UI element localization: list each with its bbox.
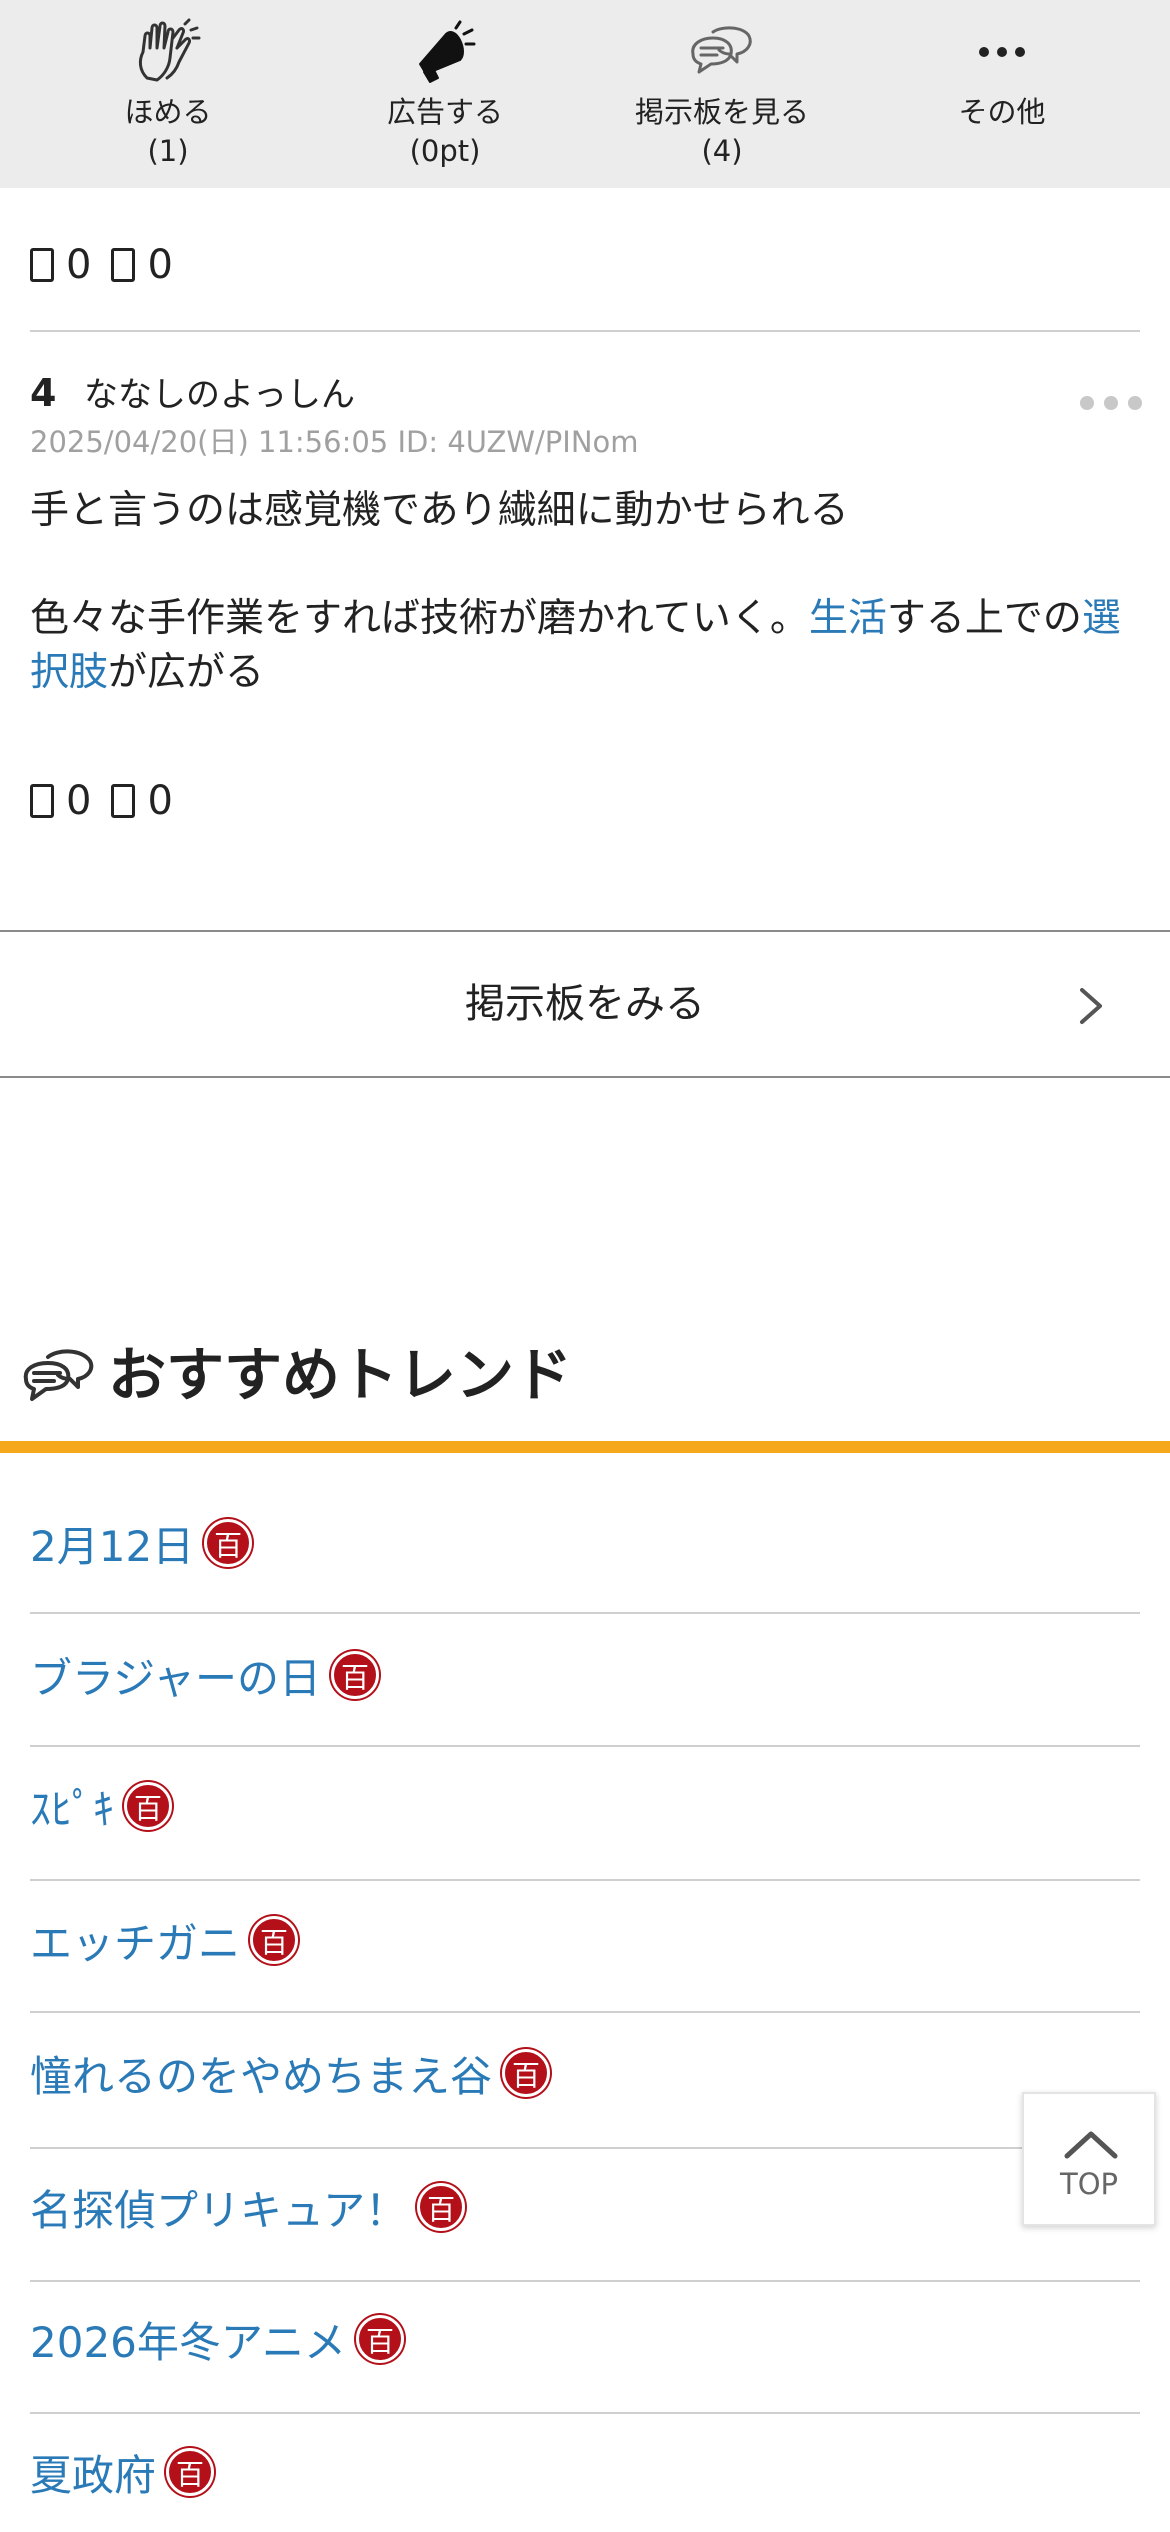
praise-count: (1) xyxy=(147,134,189,168)
trend-label: 2026年冬アニメ xyxy=(30,2318,347,2367)
trend-divider xyxy=(30,2011,1140,2013)
trend-divider xyxy=(30,1879,1140,1881)
thumbs-up-icon[interactable] xyxy=(30,248,54,282)
post-divider xyxy=(30,330,1140,332)
post-text: する上での xyxy=(886,596,1082,641)
clapping-hands-icon xyxy=(138,18,201,82)
trend-label: 夏政府 xyxy=(30,2451,157,2500)
keyword-link-seikatsu[interactable]: 生活 xyxy=(809,596,887,641)
trend-label: 2月12日 xyxy=(30,1522,195,1571)
post-meta: 2025/04/20(日) 11:56:05 ID: 4UZW/PINom xyxy=(30,425,639,459)
other-label: その他 xyxy=(958,95,1046,129)
dic-badge-icon: 百 xyxy=(417,2183,466,2231)
trend-label: 憧れるのをやめちまえ谷 xyxy=(30,2052,493,2101)
view-board-label: 掲示板を見る xyxy=(634,95,809,129)
speech-bubbles-icon xyxy=(691,26,752,74)
post-more-button[interactable] xyxy=(1076,382,1146,422)
dic-badge-icon: 百 xyxy=(166,2448,215,2496)
post-more-dot xyxy=(1128,396,1142,410)
prev-post-reactions: 00 xyxy=(30,240,193,290)
trend-divider xyxy=(30,2412,1140,2414)
post-more-dot xyxy=(1104,396,1118,410)
trends-accent-bar xyxy=(0,1441,1170,1453)
post-author: ななしのよっしん xyxy=(84,375,355,415)
trend-label: ｽﾋﾟｷ xyxy=(30,1785,115,1834)
dic-badge-icon: 百 xyxy=(356,2315,405,2363)
trend-item[interactable]: 2月12日百 xyxy=(30,1507,253,1587)
trend-divider xyxy=(30,2147,1140,2149)
other-menu-button[interactable]: その他 xyxy=(872,0,1132,188)
post-reactions: 00 xyxy=(30,776,193,826)
thumbs-up-icon[interactable] xyxy=(30,784,54,818)
trend-label: ブラジャーの日 xyxy=(30,1654,322,1703)
trend-divider xyxy=(30,2280,1140,2282)
trend-item[interactable]: ブラジャーの日百 xyxy=(30,1639,380,1719)
trend-item[interactable]: エッチガニ百 xyxy=(30,1904,299,1984)
chevron-up-icon xyxy=(1064,2131,1118,2159)
view-board-link-label: 掲示板をみる xyxy=(465,981,705,1027)
view-board-button[interactable]: 掲示板を見る (4) xyxy=(592,0,852,188)
speech-bubbles-icon xyxy=(23,1349,94,1401)
post-number[interactable]: 4 xyxy=(30,370,56,416)
praise-button[interactable]: ほめる (1) xyxy=(38,0,298,188)
dic-badge-icon: 百 xyxy=(124,1782,173,1830)
post-text: が広がる xyxy=(108,650,265,695)
megaphone-icon xyxy=(419,20,476,83)
advertise-label: 広告する xyxy=(386,95,503,129)
action-toolbar: ほめる (1) 広告する (0pt) 掲示板を見る (4) その他 xyxy=(0,0,1170,188)
trend-label: エッチガニ xyxy=(30,1919,241,1968)
thumbs-down-icon[interactable] xyxy=(111,784,136,818)
trend-item[interactable]: 憧れるのをやめちまえ谷百 xyxy=(30,2037,551,2117)
trend-item[interactable]: 2026年冬アニメ百 xyxy=(30,2303,405,2383)
dic-badge-icon: 百 xyxy=(204,1519,253,1567)
chevron-right-icon xyxy=(1080,988,1102,1024)
trend-divider xyxy=(30,1612,1140,1614)
more-dots-icon xyxy=(979,47,1025,57)
advertise-points: (0pt) xyxy=(409,134,481,168)
back-to-top-label: TOP xyxy=(1059,2167,1119,2201)
praise-label: ほめる xyxy=(124,95,212,129)
thumbs-down-icon[interactable] xyxy=(111,248,136,282)
advertise-button[interactable]: 広告する (0pt) xyxy=(315,0,575,188)
post-more-dot xyxy=(1080,396,1094,410)
prev-down-count: 0 xyxy=(147,242,173,288)
post-down-count: 0 xyxy=(147,778,173,824)
post-body-paragraph: 色々な手作業をすれば技術が磨かれていく。生活する上での選択肢が広がる xyxy=(30,592,1140,700)
trend-item[interactable]: ｽﾋﾟｷ百 xyxy=(30,1770,173,1850)
post-up-count: 0 xyxy=(66,778,92,824)
trends-title: おすすめトレンド xyxy=(108,1341,573,1409)
trend-item[interactable]: 名探偵プリキュア！百 xyxy=(30,2171,466,2251)
dic-badge-icon: 百 xyxy=(250,1916,299,1964)
dic-badge-icon: 百 xyxy=(502,2049,551,2097)
trend-label: 名探偵プリキュア！ xyxy=(30,2186,408,2235)
prev-up-count: 0 xyxy=(66,242,92,288)
trends-header: おすすめトレンド xyxy=(0,1325,1170,1425)
dic-badge-icon: 百 xyxy=(331,1651,380,1699)
back-to-top-button[interactable]: TOP xyxy=(1022,2092,1156,2226)
post-text: 色々な手作業をすれば技術が磨かれていく。 xyxy=(30,596,809,641)
post-body-line1: 手と言うのは感覚機であり繊細に動かせられる xyxy=(30,488,849,533)
board-post-count: (4) xyxy=(701,134,743,168)
trend-item[interactable]: 夏政府百 xyxy=(30,2436,215,2516)
trend-divider xyxy=(30,1745,1140,1747)
view-board-link[interactable]: 掲示板をみる xyxy=(0,930,1170,1078)
